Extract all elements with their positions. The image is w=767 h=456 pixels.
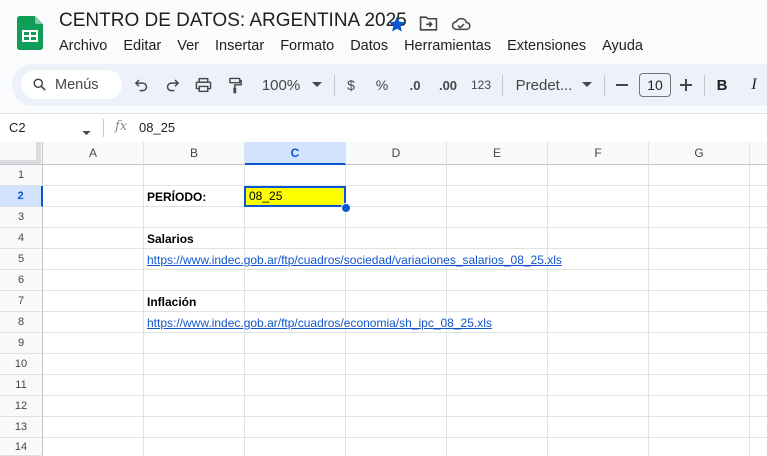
star-icon[interactable]: [386, 13, 407, 34]
row-header-13[interactable]: 13: [0, 417, 43, 438]
increase-font-size-icon[interactable]: [677, 64, 695, 106]
formula-bar: C2 fx 08_25: [0, 113, 767, 142]
cell-b5-salarios-link[interactable]: https://www.indec.gob.ar/ftp/cuadros/soc…: [147, 250, 562, 270]
italic-button[interactable]: I: [745, 64, 763, 106]
menu-bar: Archivo Editar Ver Insertar Formato Dato…: [51, 36, 651, 56]
menu-ayuda[interactable]: Ayuda: [594, 36, 651, 56]
chevron-down-icon: [312, 82, 323, 88]
row-header-4[interactable]: 4: [0, 228, 43, 249]
menu-herramientas[interactable]: Herramientas: [396, 36, 499, 56]
row-header-11[interactable]: 11: [0, 375, 43, 396]
bold-button[interactable]: B: [713, 64, 731, 106]
menu-insertar[interactable]: Insertar: [207, 36, 272, 56]
spreadsheet-grid[interactable]: A B C D E F G 1 2 3 4 5 6 7 8 9 10 11 12…: [0, 142, 767, 456]
freeze-row-handle[interactable]: [0, 160, 41, 164]
zoom-select[interactable]: 100%: [257, 64, 327, 106]
row-header-2[interactable]: 2: [0, 186, 43, 207]
cloud-saved-icon[interactable]: [450, 13, 471, 34]
column-header-c[interactable]: C: [245, 142, 346, 165]
column-header-e[interactable]: E: [447, 142, 548, 165]
decrease-font-size-icon[interactable]: [613, 64, 631, 106]
redo-icon[interactable]: [161, 64, 183, 106]
increase-decimals-button[interactable]: .00: [434, 64, 462, 106]
fx-icon: fx: [115, 119, 128, 134]
paint-format-icon[interactable]: [224, 64, 246, 106]
document-title[interactable]: CENTRO DE DATOS: ARGENTINA 2025: [59, 10, 407, 32]
active-cell-c2[interactable]: 08_25: [244, 186, 346, 207]
row-header-5[interactable]: 5: [0, 249, 43, 270]
toolbar-divider: [502, 75, 503, 96]
column-header-d[interactable]: D: [346, 142, 447, 165]
menu-editar[interactable]: Editar: [115, 36, 169, 56]
font-family-value: Predet...: [515, 76, 573, 94]
undo-icon[interactable]: [130, 64, 152, 106]
gridline: [43, 437, 767, 438]
gridline: [43, 374, 767, 375]
gridline: [43, 353, 767, 354]
fill-handle[interactable]: [341, 203, 351, 213]
toolbar-divider: [604, 75, 605, 96]
more-formats-button[interactable]: 123: [469, 64, 493, 106]
toolbar: Menús 100% $ % .0 .00 123 Predet... 10 B…: [12, 64, 767, 106]
column-header-a[interactable]: A: [43, 142, 144, 165]
row-header-12[interactable]: 12: [0, 396, 43, 417]
decrease-decimals-label: .0: [409, 77, 421, 93]
menu-ver[interactable]: Ver: [169, 36, 207, 56]
font-size-input[interactable]: 10: [639, 73, 671, 97]
row-header-1[interactable]: 1: [0, 165, 43, 186]
move-to-folder-icon[interactable]: [418, 13, 439, 34]
gridline: [43, 290, 767, 291]
zoom-value: 100%: [261, 76, 301, 94]
row-header-8[interactable]: 8: [0, 312, 43, 333]
cell-c2-value: 08_25: [249, 189, 283, 203]
gridline: [43, 416, 767, 417]
row-header-7[interactable]: 7: [0, 291, 43, 312]
sheets-logo-icon[interactable]: [17, 16, 43, 50]
gridline: [43, 227, 767, 228]
gridline: [43, 185, 767, 186]
currency-format-button[interactable]: $: [342, 64, 360, 106]
row-header-3[interactable]: 3: [0, 207, 43, 228]
menu-archivo[interactable]: Archivo: [51, 36, 115, 56]
increase-decimals-label: .00: [438, 77, 458, 93]
toolbar-divider: [704, 75, 705, 96]
cell-b4-salarios-label[interactable]: Salarios: [147, 229, 194, 249]
menu-formato[interactable]: Formato: [272, 36, 342, 56]
chevron-down-icon: [582, 82, 593, 88]
cell-b2-periodo-label[interactable]: PERÍODO:: [147, 187, 206, 207]
search-menus-label: Menús: [55, 76, 99, 93]
name-box[interactable]: C2: [9, 120, 26, 135]
column-header-b[interactable]: B: [144, 142, 245, 165]
toolbar-divider: [334, 75, 335, 96]
chevron-down-icon[interactable]: [82, 123, 91, 141]
decrease-decimals-button[interactable]: .0: [402, 64, 428, 106]
row-header-6[interactable]: 6: [0, 270, 43, 291]
row-header-10[interactable]: 10: [0, 354, 43, 375]
search-menus-button[interactable]: Menús: [21, 70, 122, 99]
percent-format-button[interactable]: %: [373, 64, 391, 106]
font-family-select[interactable]: Predet...: [514, 64, 594, 106]
formula-input[interactable]: 08_25: [139, 120, 175, 135]
search-icon: [32, 77, 47, 92]
gridline: [43, 395, 767, 396]
print-icon[interactable]: [192, 64, 214, 106]
row-header-14[interactable]: 14: [0, 438, 43, 456]
menu-extensiones[interactable]: Extensiones: [499, 36, 594, 56]
cell-b8-inflacion-link[interactable]: https://www.indec.gob.ar/ftp/cuadros/eco…: [147, 313, 492, 333]
column-header-g[interactable]: G: [649, 142, 750, 165]
column-header-f[interactable]: F: [548, 142, 649, 165]
cell-b7-inflacion-label[interactable]: Inflación: [147, 292, 196, 312]
menu-datos[interactable]: Datos: [342, 36, 396, 56]
row-header-9[interactable]: 9: [0, 333, 43, 354]
formula-divider: [103, 119, 104, 137]
column-header-h[interactable]: [750, 142, 767, 165]
